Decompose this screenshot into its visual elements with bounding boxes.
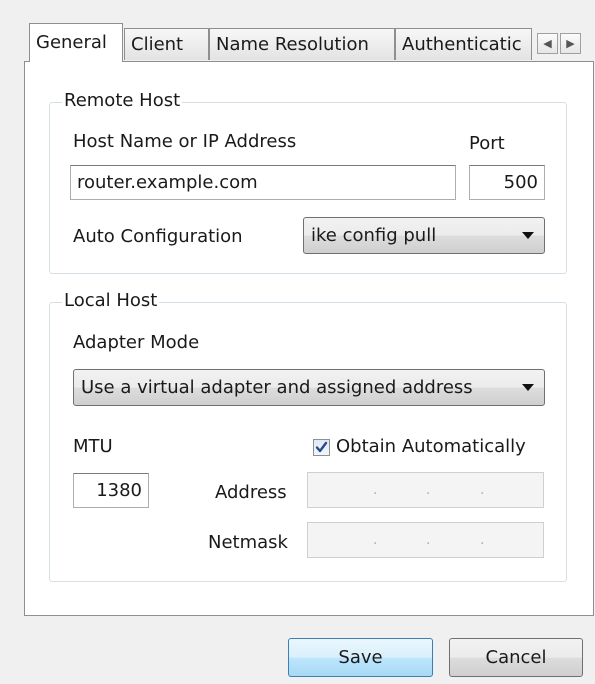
tab-scroll-right-button[interactable]: ▶: [560, 33, 581, 54]
port-label: Port: [469, 133, 505, 154]
tab-scroll-left-button[interactable]: ◀: [537, 33, 558, 54]
tab-client[interactable]: Client: [124, 28, 209, 60]
chevron-down-icon: [522, 232, 534, 239]
arrow-right-icon: ▶: [566, 37, 575, 50]
ip-separator: .: [426, 532, 431, 548]
address-label: Address: [215, 482, 287, 503]
host-name-input[interactable]: [70, 165, 456, 200]
address-input: . . .: [307, 472, 544, 508]
ip-separator: .: [426, 482, 431, 498]
local-host-legend: Local Host: [62, 290, 160, 311]
ip-separator: .: [373, 532, 378, 548]
auto-configuration-value: ike config pull: [311, 225, 437, 246]
tab-panel-general: Remote Host Host Name or IP Address Port…: [24, 61, 594, 616]
port-input[interactable]: [469, 165, 545, 200]
auto-configuration-select[interactable]: ike config pull: [303, 217, 545, 254]
cancel-button[interactable]: Cancel: [449, 638, 583, 677]
mtu-input[interactable]: [73, 473, 149, 508]
host-name-label: Host Name or IP Address: [73, 131, 297, 152]
save-button[interactable]: Save: [288, 638, 433, 677]
ip-separator: .: [480, 532, 485, 548]
netmask-input: . . .: [307, 522, 544, 558]
obtain-automatically-checkbox[interactable]: [313, 439, 330, 456]
tab-name-resolution[interactable]: Name Resolution: [209, 28, 395, 60]
auto-configuration-label: Auto Configuration: [73, 226, 243, 247]
ip-separator: .: [373, 482, 378, 498]
tab-authentication[interactable]: Authenticatic: [395, 28, 532, 60]
adapter-mode-value: Use a virtual adapter and assigned addre…: [81, 377, 473, 398]
checkmark-icon: [315, 441, 328, 453]
tab-general[interactable]: General: [29, 23, 123, 62]
netmask-label: Netmask: [208, 532, 288, 553]
arrow-left-icon: ◀: [543, 37, 552, 50]
chevron-down-icon: [522, 384, 534, 391]
mtu-label: MTU: [73, 436, 113, 457]
adapter-mode-select[interactable]: Use a virtual adapter and assigned addre…: [73, 369, 545, 406]
obtain-automatically-label[interactable]: Obtain Automatically: [336, 436, 526, 457]
ip-separator: .: [480, 482, 485, 498]
remote-host-legend: Remote Host: [62, 90, 183, 111]
adapter-mode-label: Adapter Mode: [73, 332, 200, 353]
